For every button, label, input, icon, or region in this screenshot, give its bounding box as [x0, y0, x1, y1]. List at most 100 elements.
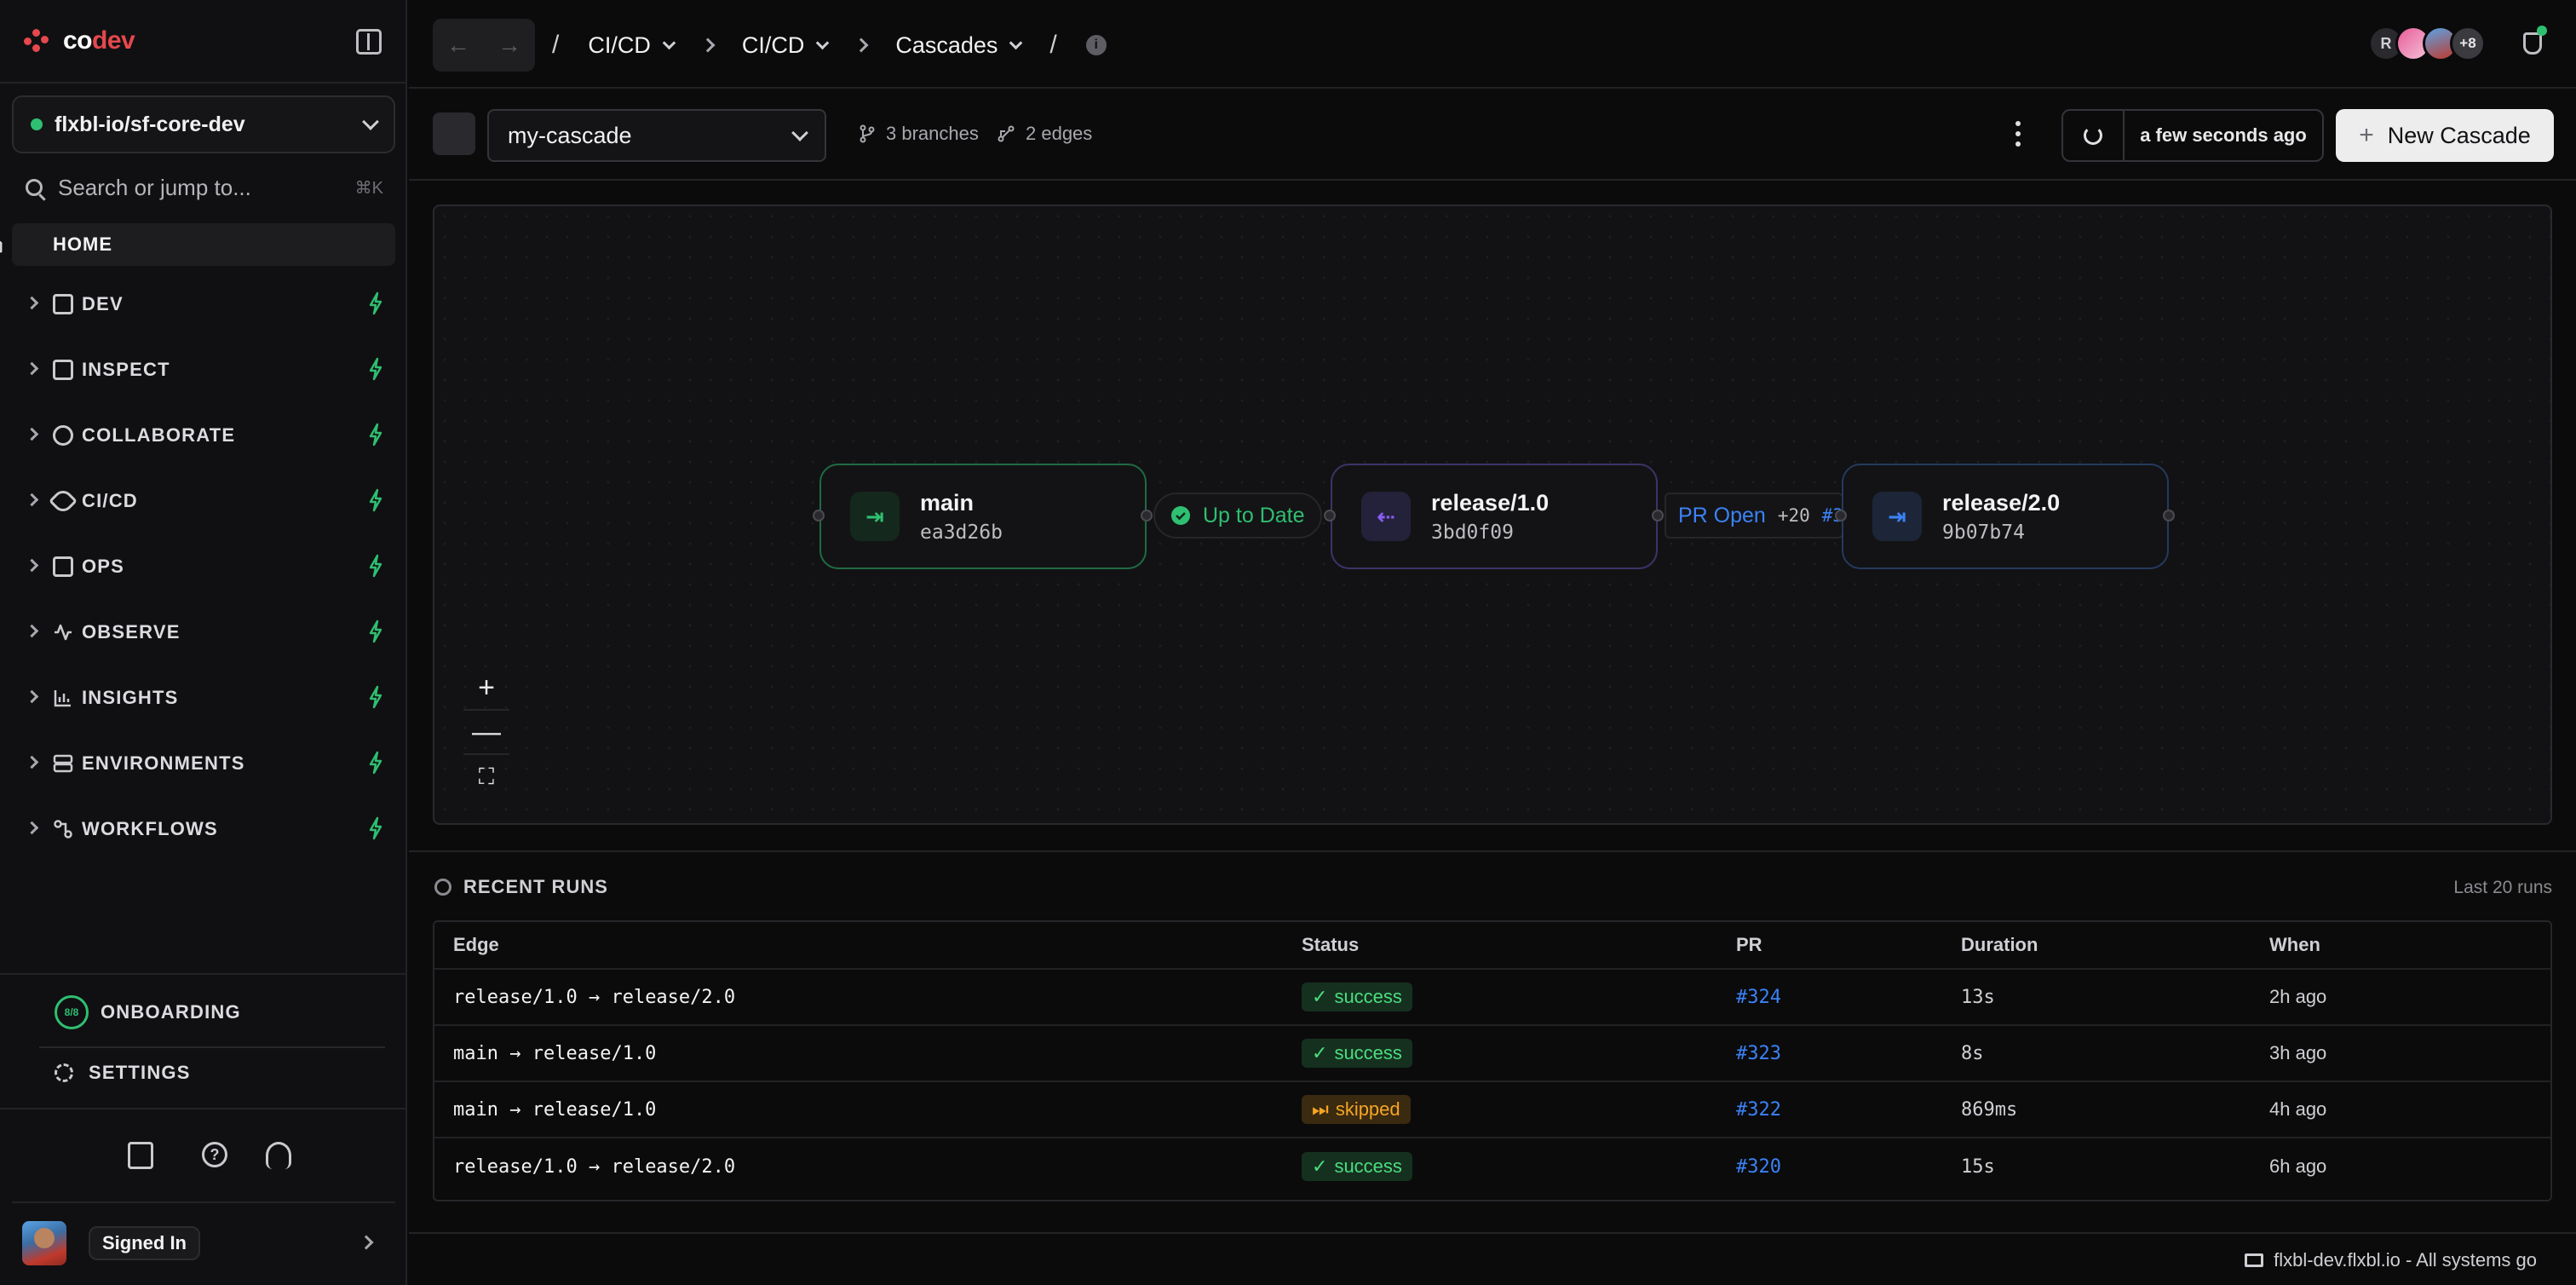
clipboard-check-icon[interactable]	[128, 1142, 153, 1169]
chevron-right-icon	[25, 361, 39, 376]
system-status[interactable]: flxbl-dev.flxbl.io - All systems go	[2245, 1249, 2537, 1271]
when-cell: 6h ago	[2269, 1155, 2327, 1177]
node-handle[interactable]	[2163, 510, 2175, 521]
pr-link[interactable]: #322	[1736, 1082, 1781, 1137]
table-row[interactable]: main → release/1.0 ✓ success #323 8s 3h …	[434, 1026, 2550, 1082]
search-input[interactable]: Search or jump to... ⌘K	[26, 170, 383, 205]
fit-view-icon[interactable]: ⛶	[463, 755, 509, 799]
edge-status-pill[interactable]: PR Open +20 #3	[1665, 493, 1843, 539]
sidebar-item-dev[interactable]: DEV	[0, 271, 407, 337]
breadcrumb-item[interactable]: CI/CD	[588, 32, 676, 59]
table-row[interactable]: main → release/1.0 ⏭ skipped #322 869ms …	[434, 1082, 2550, 1138]
edge-cell: main → release/1.0	[453, 1042, 657, 1064]
table-row[interactable]: release/1.0 → release/2.0 ✓ success #324…	[434, 970, 2550, 1026]
cascade-color-swatch[interactable]	[433, 112, 475, 155]
sidebar-item-cicd[interactable]: CI/CD	[0, 468, 407, 533]
refresh-button[interactable]	[2063, 111, 2125, 160]
sidebar-item-inspect[interactable]: INSPECT	[0, 337, 407, 402]
back-arrow-icon[interactable]: ←	[433, 19, 484, 72]
node-handle[interactable]	[1141, 510, 1153, 521]
headset-icon[interactable]	[266, 1142, 291, 1169]
sidebar-item-workflows[interactable]: WORKFLOWS	[0, 796, 407, 861]
runs-count: Last 20 runs	[2453, 878, 2552, 897]
status-badge: ✓ success	[1302, 1152, 1412, 1181]
column-header: Duration	[1961, 934, 2038, 955]
pr-link[interactable]: #324	[1736, 970, 1781, 1024]
when-cell: 3h ago	[2269, 1042, 2327, 1063]
pr-link[interactable]: #320	[1736, 1138, 1781, 1195]
branch-node-main[interactable]: ⇥ main ea3d26b	[819, 464, 1147, 569]
breadcrumb-item[interactable]: CI/CD	[742, 32, 830, 59]
sidebar-item-insights[interactable]: INSIGHTS	[0, 665, 407, 730]
sidebar-item-label: ENVIRONMENTS	[82, 752, 245, 774]
duration-cell: 869ms	[1961, 1098, 2018, 1121]
help-icon[interactable]: ?	[202, 1142, 227, 1167]
sidebar-item-environments[interactable]: ENVIRONMENTS	[0, 730, 407, 796]
chevron-down-icon	[816, 36, 830, 49]
info-icon[interactable]: i	[1085, 35, 1107, 55]
table-row[interactable]: release/1.0 → release/2.0 ✓ success #320…	[434, 1138, 2550, 1195]
sidebar-item-onboarding[interactable]: 8/8 ONBOARDING	[55, 995, 241, 1029]
branch-count: 3 branches	[859, 123, 979, 145]
node-handle[interactable]	[1835, 510, 1847, 521]
user-menu[interactable]: Signed In	[22, 1221, 200, 1265]
more-options-icon[interactable]	[2015, 121, 2021, 147]
app-logo[interactable]: codev	[22, 26, 135, 56]
edge-status-pill[interactable]: Up to Date	[1153, 493, 1322, 539]
activity-icon	[55, 624, 72, 641]
edge-cell: main → release/1.0	[453, 1098, 657, 1121]
cascade-graph-canvas[interactable]: ⇥ main ea3d26b Up to Date ⇠ release/1.0 …	[433, 205, 2552, 825]
chevron-down-icon	[1009, 36, 1023, 49]
status-cell: ⏭ skipped	[1302, 1082, 1411, 1137]
edge-status-label: Up to Date	[1203, 503, 1305, 527]
branch-count-label: 3 branches	[886, 123, 979, 144]
sidebar-item-collaborate[interactable]: COLLABORATE	[0, 402, 407, 468]
commit-sha: ea3d26b	[920, 521, 1003, 544]
refresh-control: a few seconds ago	[2061, 109, 2324, 162]
repo-selector[interactable]: flxbl-io/sf-core-dev	[12, 95, 395, 153]
node-handle[interactable]	[1652, 510, 1664, 521]
recent-runs-header: RECENT RUNS	[434, 876, 608, 898]
plug-icon[interactable]	[2523, 32, 2542, 55]
divider	[12, 1201, 395, 1203]
divider	[0, 973, 407, 975]
sidebar-item-settings[interactable]: SETTINGS	[55, 1062, 191, 1084]
collaborator-avatars[interactable]: R +8	[2368, 26, 2486, 61]
bolt-icon	[369, 816, 382, 840]
breadcrumb-item[interactable]: Cascades	[895, 32, 1023, 59]
zoom-out-icon[interactable]: —	[463, 711, 509, 755]
cascade-select[interactable]: my-cascade	[487, 109, 826, 162]
sidebar-nav: DEV INSPECT COLLABORATE CI/CD OPS OBSERV…	[0, 271, 407, 861]
sidebar-item-label: CI/CD	[82, 489, 138, 511]
git-branch-icon	[860, 124, 875, 143]
branch-node-release-1-0[interactable]: ⇠ release/1.0 3bd0f09	[1331, 464, 1658, 569]
refresh-icon	[2084, 126, 2102, 145]
node-handle[interactable]	[1324, 510, 1336, 521]
breadcrumb-label: Cascades	[895, 32, 998, 58]
sidebar-item-home[interactable]: HOME	[0, 223, 395, 266]
zoom-controls: + — ⛶	[463, 666, 509, 799]
merge-left-icon: ⇠	[1361, 492, 1411, 541]
chevron-right-icon[interactable]	[359, 1235, 374, 1250]
pr-link[interactable]: #323	[1736, 1026, 1781, 1080]
chevron-right-icon	[25, 689, 39, 704]
duration-cell: 15s	[1961, 1155, 1995, 1178]
branch-name: release/1.0	[1431, 489, 1550, 516]
duration-cell: 8s	[1961, 1042, 1984, 1064]
node-handle[interactable]	[813, 510, 825, 521]
collapse-sidebar-icon[interactable]	[356, 29, 382, 55]
history-icon	[434, 879, 451, 896]
sidebar-item-label: ONBOARDING	[101, 1001, 241, 1023]
zoom-in-icon[interactable]: +	[463, 666, 509, 711]
gear-icon	[55, 1063, 73, 1082]
clipboard-icon	[53, 556, 73, 577]
chevron-right-icon	[25, 821, 39, 835]
new-cascade-button[interactable]: + New Cascade	[2336, 109, 2554, 162]
bolt-icon	[369, 554, 382, 578]
sidebar-item-observe[interactable]: OBSERVE	[0, 599, 407, 665]
sidebar-item-ops[interactable]: OPS	[0, 533, 407, 599]
duration-cell: 13s	[1961, 986, 1995, 1008]
forward-arrow-icon[interactable]: →	[484, 19, 535, 72]
signed-in-badge: Signed In	[89, 1226, 200, 1260]
branch-node-release-2-0[interactable]: ⇥ release/2.0 9b07b74	[1842, 464, 2169, 569]
